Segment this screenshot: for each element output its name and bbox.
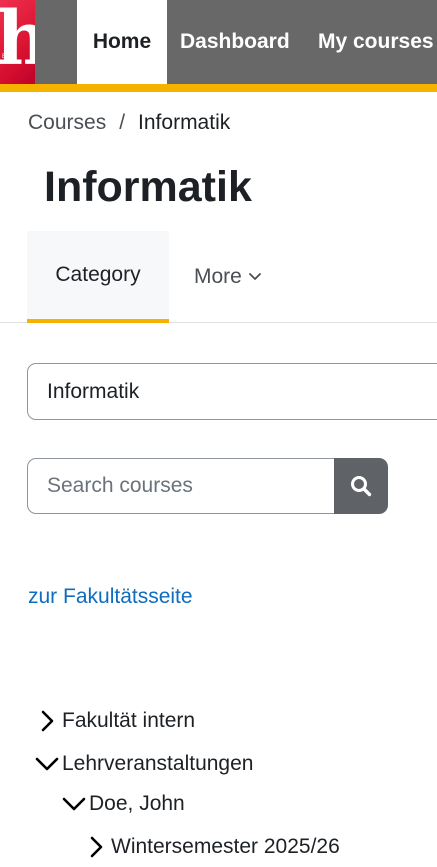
tree-item-label: Lehrveranstaltungen — [62, 752, 254, 775]
course-search: Search courses — [27, 458, 388, 514]
page-title: Informatik — [44, 163, 252, 211]
tab-more[interactable]: More — [194, 231, 262, 322]
tab-more-label: More — [194, 264, 242, 288]
chevron-right-icon — [90, 836, 103, 858]
tree-item-doe-john[interactable]: Doe, John — [62, 790, 185, 818]
tab-category[interactable]: Category — [27, 231, 169, 323]
search-input[interactable]: Search courses — [27, 458, 334, 514]
breadcrumb-item-current: Informatik — [138, 111, 231, 134]
secondary-navigation: Category More — [0, 231, 437, 323]
logo-letter-icon: h — [0, 0, 35, 82]
breadcrumb: Courses / Informatik — [28, 109, 230, 137]
faculty-page-link[interactable]: zur Fakultätsseite — [28, 583, 193, 611]
category-select[interactable]: Informatik — [27, 363, 437, 420]
navbar-accent-bar — [0, 84, 437, 92]
tree-item-lehrveranstaltungen[interactable]: Lehrveranstaltungen — [35, 750, 253, 778]
site-logo[interactable]: h ET — [0, 0, 35, 92]
breadcrumb-separator: / — [119, 111, 126, 134]
chevron-down-icon — [35, 757, 59, 771]
breadcrumb-item-courses[interactable]: Courses — [28, 109, 106, 137]
tree-item-label: Doe, John — [89, 792, 185, 815]
search-button[interactable] — [334, 458, 388, 514]
logo-text: ET — [2, 54, 11, 60]
search-placeholder: Search courses — [47, 474, 193, 497]
tree-item-label: Wintersemester 2025/26 — [111, 835, 340, 858]
tab-category-label: Category — [55, 263, 141, 286]
nav-tab-my-courses[interactable]: My courses — [318, 0, 434, 84]
nav-tab-home[interactable]: Home — [77, 0, 167, 84]
chevron-down-icon — [248, 272, 261, 280]
tree-item-fakultaet-intern[interactable]: Fakultät intern — [35, 707, 195, 735]
chevron-right-icon — [41, 710, 54, 732]
chevron-down-icon — [62, 797, 86, 811]
category-select-value: Informatik — [47, 379, 140, 403]
top-navbar: h ET Home Dashboard My courses — [0, 0, 437, 92]
tree-item-wintersemester[interactable]: Wintersemester 2025/26 — [84, 833, 340, 861]
search-icon — [351, 476, 372, 497]
nav-tab-dashboard[interactable]: Dashboard — [180, 0, 290, 84]
tree-item-label: Fakultät intern — [62, 709, 196, 732]
